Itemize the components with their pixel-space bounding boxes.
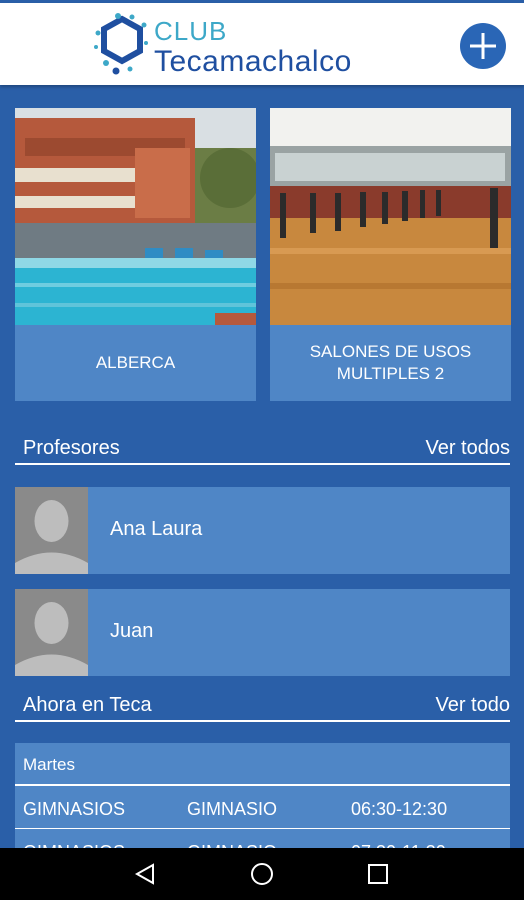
plus-icon	[470, 33, 496, 59]
row-divider	[15, 828, 510, 829]
profesor-name: Juan	[110, 620, 154, 642]
profesor-item[interactable]: Ana Laura	[15, 487, 510, 574]
profesores-header: Profesores Ver todos	[15, 437, 510, 465]
recents-icon[interactable]	[367, 863, 389, 885]
schedule-time: 06:30-12:30	[351, 799, 448, 819]
avatar	[15, 589, 88, 676]
schedule-day: Martes	[23, 755, 75, 774]
ver-todo-link[interactable]: Ver todo	[435, 694, 510, 717]
schedule-place: GIMNASIO	[187, 799, 278, 819]
avatar	[15, 487, 88, 574]
logo-tecamachalco-text: Tecamachalco	[154, 45, 352, 78]
schedule-panel: Martes GIMNASIOS GIMNASIO 06:30-12:30 GI…	[15, 743, 510, 863]
salones-photo	[270, 108, 511, 325]
profesores-title: Profesores	[23, 437, 120, 459]
schedule-area: GIMNASIOS	[23, 799, 126, 819]
app-header: CLUB Tecamachalco	[0, 3, 524, 85]
ver-todos-link[interactable]: Ver todos	[425, 437, 510, 460]
facility-label: ALBERCA	[95, 353, 176, 372]
back-icon[interactable]	[133, 862, 157, 886]
add-button[interactable]	[460, 23, 506, 69]
ahora-header: Ahora en Teca Ver todo	[15, 694, 510, 722]
facility-card-salones[interactable]: SALONES DE USOS MULTIPLES 2	[270, 108, 511, 401]
facility-card-alberca[interactable]: ALBERCA	[15, 108, 256, 401]
alberca-photo	[15, 108, 256, 325]
person-placeholder-icon	[15, 589, 88, 676]
schedule-divider	[15, 784, 510, 786]
ahora-title: Ahora en Teca	[23, 694, 152, 716]
club-logo-icon	[94, 13, 148, 75]
home-icon[interactable]	[250, 862, 274, 886]
person-placeholder-icon	[15, 487, 88, 574]
profesor-item[interactable]: Juan	[15, 589, 510, 676]
profesor-name: Ana Laura	[110, 518, 203, 540]
system-nav-bar	[0, 848, 524, 900]
facility-label: SALONES DE USOS MULTIPLES 2	[309, 342, 472, 383]
logo-club-text: CLUB	[154, 16, 228, 46]
schedule-row[interactable]: GIMNASIOS GIMNASIO 06:30-12:30	[15, 788, 510, 828]
club-logo: CLUB Tecamachalco	[92, 13, 372, 79]
